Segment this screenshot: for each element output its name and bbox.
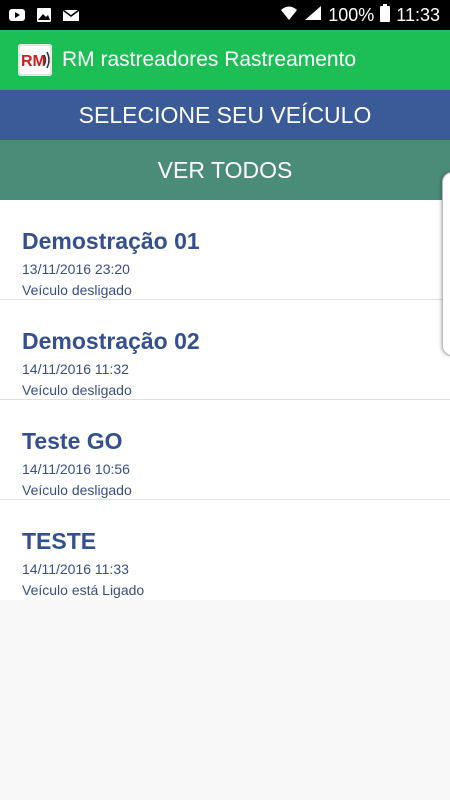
vehicle-item[interactable]: Teste GO 14/11/2016 10:56 Veículo deslig… bbox=[0, 400, 450, 500]
signal-icon bbox=[304, 5, 322, 26]
vehicle-timestamp: 14/11/2016 11:32 bbox=[22, 361, 129, 377]
app-bar: RM RM rastreadores Rastreamento bbox=[0, 30, 450, 90]
select-vehicle-header: SELECIONE SEU VEÍCULO bbox=[0, 90, 450, 140]
mail-icon bbox=[62, 6, 80, 29]
vehicle-timestamp: 13/11/2016 23:20 bbox=[22, 261, 130, 277]
app-title: RM rastreadores Rastreamento bbox=[62, 48, 357, 71]
battery-icon bbox=[380, 3, 391, 27]
vehicle-list: Demostração 01 13/11/2016 23:20 Veículo … bbox=[0, 200, 450, 600]
vehicle-item[interactable]: Demostração 02 14/11/2016 11:32 Veículo … bbox=[0, 300, 450, 400]
vehicle-status: Veículo desligado bbox=[22, 482, 132, 498]
gallery-icon bbox=[35, 6, 53, 29]
view-all-button[interactable]: VER TODOS bbox=[0, 140, 450, 200]
vehicle-status: Veículo desligado bbox=[22, 282, 132, 298]
vehicle-item[interactable]: Demostração 01 13/11/2016 23:20 Veículo … bbox=[0, 200, 450, 300]
status-bar: 100% 11:33 bbox=[0, 0, 450, 30]
vehicle-status: Veículo está Ligado bbox=[22, 582, 145, 598]
app-logo: RM bbox=[18, 44, 52, 76]
vehicle-timestamp: 14/11/2016 11:33 bbox=[22, 561, 129, 577]
battery-level: 100% bbox=[328, 4, 375, 25]
vehicle-name: Demostração 02 bbox=[22, 328, 200, 354]
wifi-icon bbox=[280, 5, 298, 26]
vehicle-name: TESTE bbox=[22, 528, 97, 554]
drawer-handle[interactable] bbox=[442, 172, 450, 356]
vehicle-status: Veículo desligado bbox=[22, 382, 132, 398]
youtube-icon bbox=[8, 6, 26, 29]
svg-text:RM: RM bbox=[21, 53, 46, 70]
vehicle-name: Demostração 01 bbox=[22, 228, 200, 254]
vehicle-item[interactable]: TESTE 14/11/2016 11:33 Veículo está Liga… bbox=[0, 500, 450, 600]
clock: 11:33 bbox=[396, 4, 440, 25]
vehicle-timestamp: 14/11/2016 10:56 bbox=[22, 461, 130, 477]
vehicle-name: Teste GO bbox=[22, 428, 123, 454]
